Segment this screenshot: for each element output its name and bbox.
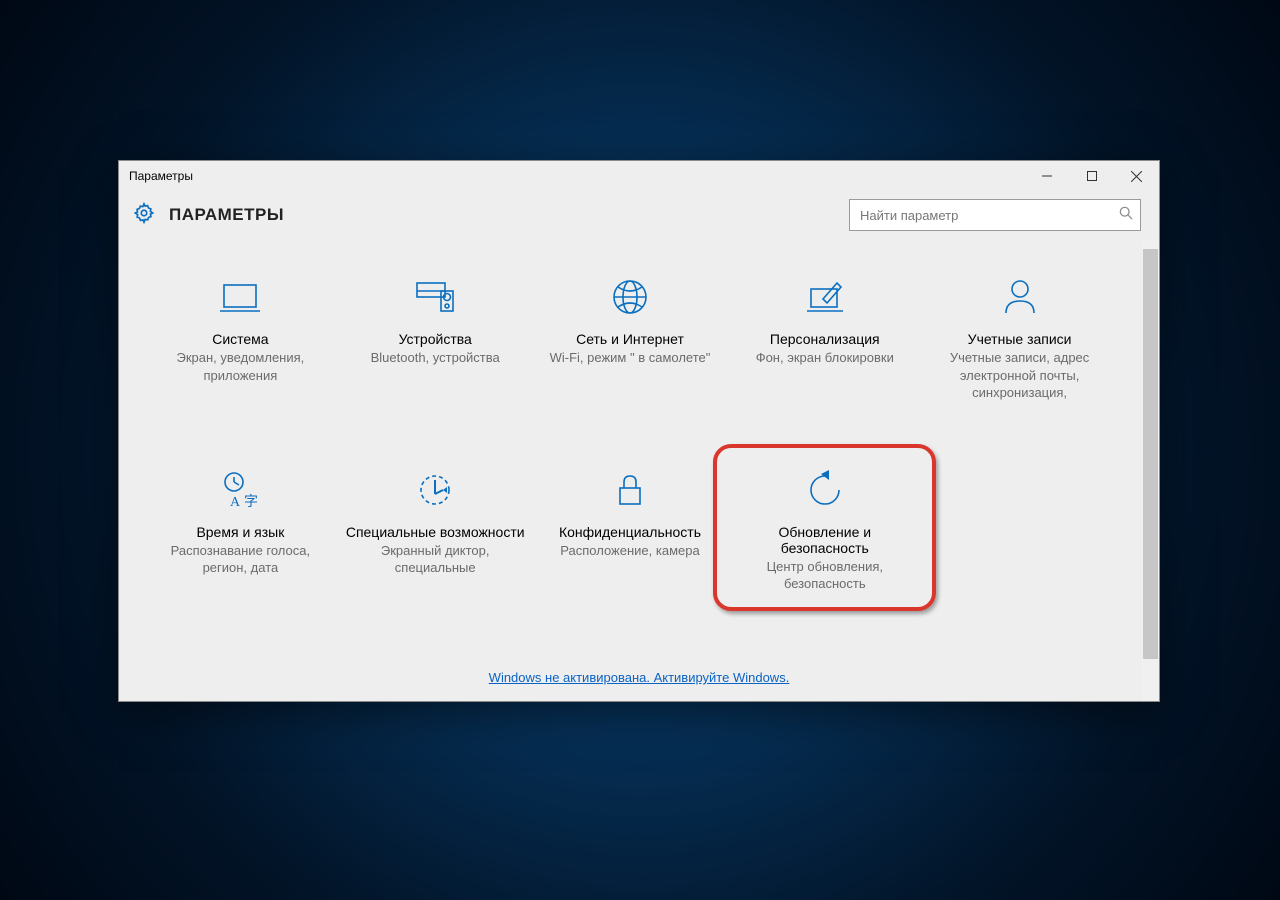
window-buttons (1024, 161, 1159, 191)
tile-title: Устройства (399, 331, 472, 347)
svg-text:A: A (230, 495, 241, 510)
time-lang-icon: A 字 (216, 466, 264, 514)
tile-title: Конфиденциальность (559, 524, 701, 540)
gear-icon (133, 202, 155, 229)
tile-desc: Экран, уведомления, приложения (149, 349, 332, 384)
ease-icon (411, 466, 459, 514)
tile-title: Время и язык (196, 524, 284, 540)
tile-title: Персонализация (770, 331, 880, 347)
display-icon (216, 273, 264, 321)
tile-privacy[interactable]: Конфиденциальность Расположение, камера (537, 462, 724, 597)
tile-network[interactable]: Сеть и Интернет Wi-Fi, режим " в самолет… (537, 269, 724, 406)
header: ПАРАМЕТРЫ (119, 191, 1159, 239)
maximize-button[interactable] (1069, 161, 1114, 191)
tile-desc: Экранный диктор, специальные (344, 542, 527, 577)
tile-accounts[interactable]: Учетные записи Учетные записи, адрес эле… (926, 269, 1113, 406)
globe-icon (606, 273, 654, 321)
tile-title: Обновление и безопасность (733, 524, 916, 556)
tile-devices[interactable]: Устройства Bluetooth, устройства (342, 269, 529, 406)
activation-link[interactable]: Windows не активирована. Активируйте Win… (489, 670, 790, 685)
content: Система Экран, уведомления, приложения У… (119, 239, 1159, 701)
tile-desc: Расположение, камера (560, 542, 699, 560)
devices-icon (411, 273, 459, 321)
paint-icon (801, 273, 849, 321)
tile-desc: Wi-Fi, режим " в самолете" (550, 349, 711, 367)
tile-desc: Bluetooth, устройства (371, 349, 500, 367)
scrollbar[interactable] (1142, 239, 1159, 701)
maximize-icon (1087, 171, 1097, 181)
window-title: Параметры (129, 169, 193, 183)
scrollbar-thumb[interactable] (1143, 249, 1158, 659)
page-title: ПАРАМЕТРЫ (169, 205, 284, 225)
tile-desc: Учетные записи, адрес электронной почты,… (928, 349, 1111, 402)
tile-personalization[interactable]: Персонализация Фон, экран блокировки (731, 269, 918, 406)
titlebar[interactable]: Параметры (119, 161, 1159, 191)
minimize-button[interactable] (1024, 161, 1069, 191)
tile-system[interactable]: Система Экран, уведомления, приложения (147, 269, 334, 406)
tile-title: Сеть и Интернет (576, 331, 684, 347)
tile-desc: Фон, экран блокировки (756, 349, 894, 367)
tile-ease-of-access[interactable]: Специальные возможности Экранный диктор,… (342, 462, 529, 597)
search-icon (1112, 206, 1140, 225)
minimize-icon (1042, 171, 1052, 181)
tile-title: Учетные записи (968, 331, 1072, 347)
settings-window: Параметры ПАРАМЕТРЫ (118, 160, 1160, 702)
search-box[interactable] (849, 199, 1141, 231)
footer: Windows не активирована. Активируйте Win… (119, 669, 1159, 687)
close-icon (1131, 171, 1142, 182)
tile-update-security[interactable]: Обновление и безопасность Центр обновлен… (731, 462, 918, 597)
search-input[interactable] (850, 208, 1112, 223)
person-icon (996, 273, 1044, 321)
svg-text:字: 字 (244, 494, 258, 510)
tile-desc: Центр обновления, безопасность (733, 558, 916, 593)
settings-grid: Система Экран, уведомления, приложения У… (147, 269, 1113, 597)
update-icon (801, 466, 849, 514)
tile-title: Система (212, 331, 268, 347)
tile-title: Специальные возможности (346, 524, 525, 540)
close-button[interactable] (1114, 161, 1159, 191)
lock-icon (606, 466, 654, 514)
tile-desc: Распознавание голоса, регион, дата (149, 542, 332, 577)
tile-time-language[interactable]: A 字 Время и язык Распознавание голоса, р… (147, 462, 334, 597)
